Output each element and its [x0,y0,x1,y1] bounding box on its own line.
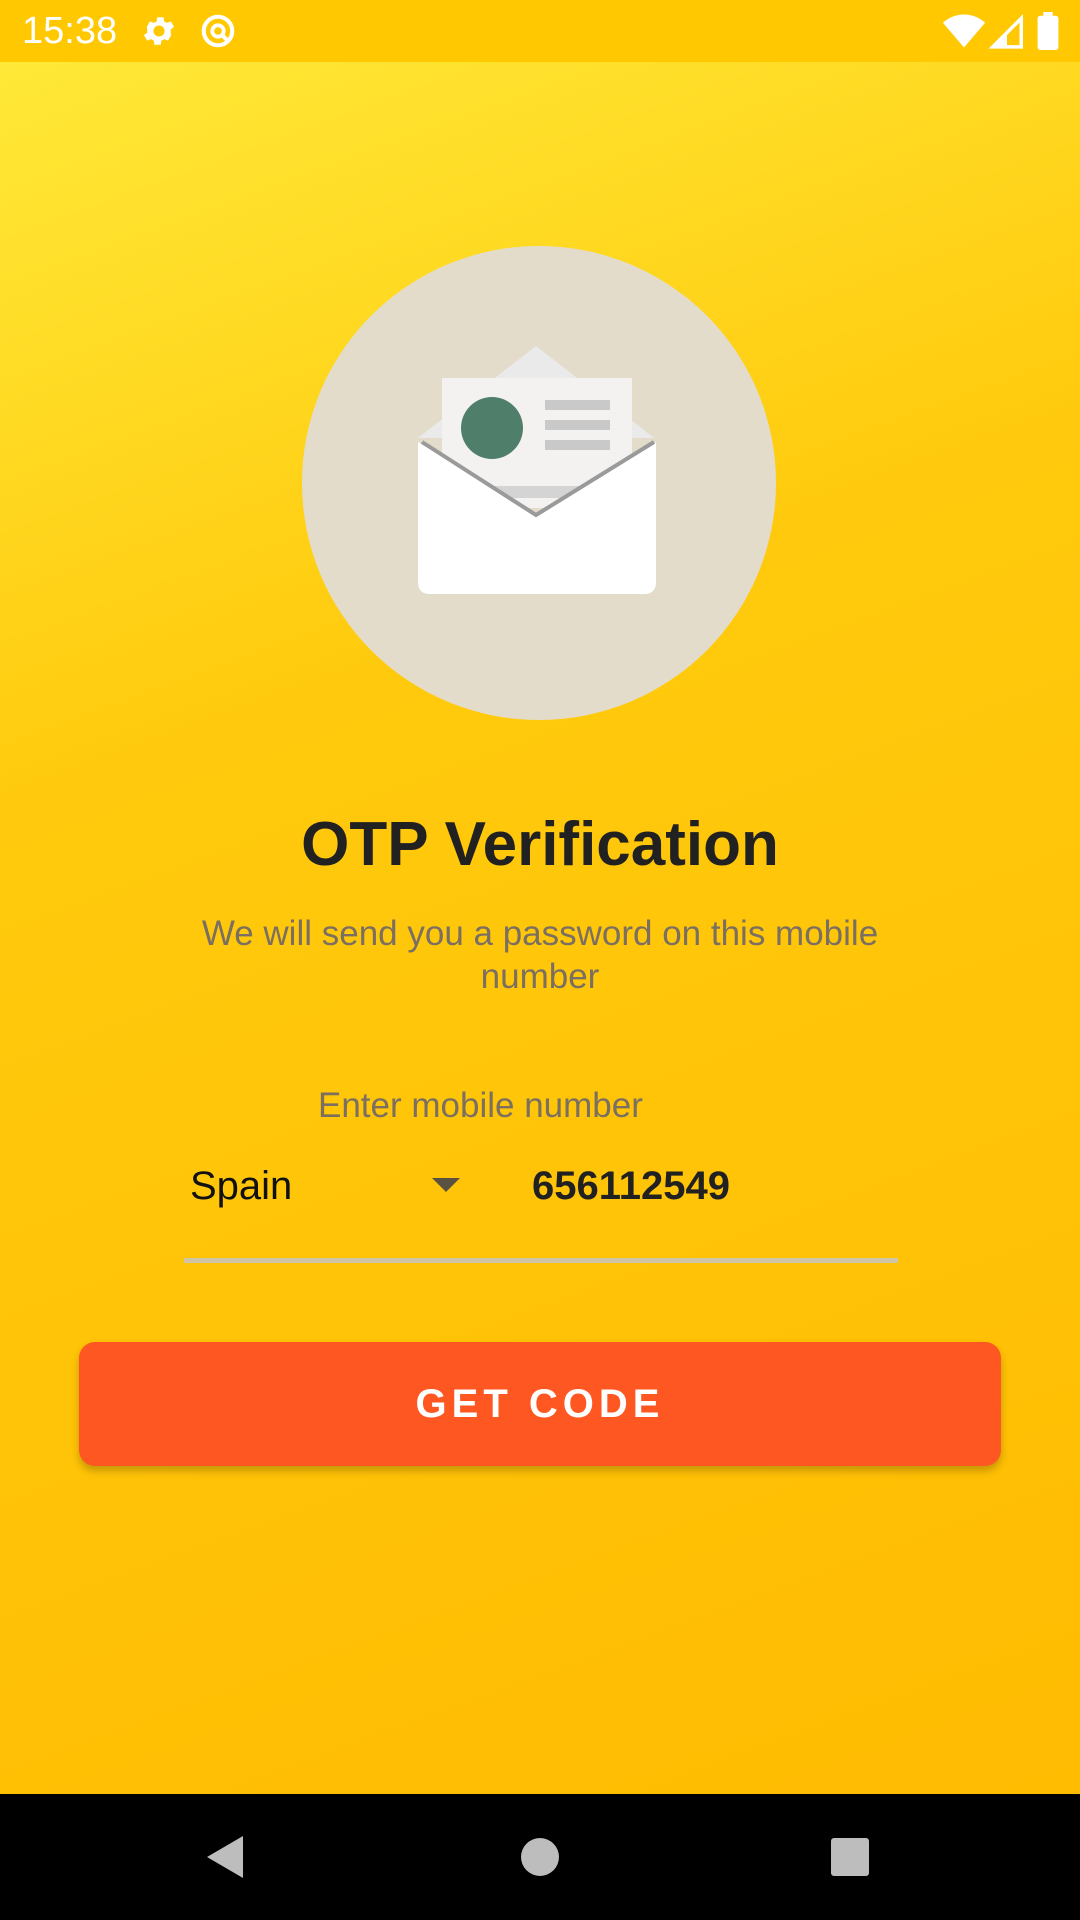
country-dropdown[interactable]: Spain [184,1150,474,1220]
data-saver-icon [199,12,237,50]
country-value: Spain [190,1164,293,1208]
mobile-number-input[interactable] [532,1158,892,1214]
wifi-icon [942,12,986,50]
envelope-illustration [302,246,776,720]
page-title: OTP Verification [301,810,779,879]
recents-icon[interactable] [815,1822,885,1892]
signal-icon [988,12,1026,50]
status-bar: 15:38 [0,0,1080,62]
system-nav-bar [0,1794,1080,1920]
page-subtitle: We will send you a password on this mobi… [201,914,879,996]
home-icon[interactable] [505,1822,575,1892]
get-code-button[interactable]: GET CODE [79,1342,1001,1466]
input-underline [184,1258,898,1263]
otp-screen: 15:38 OTP Verification We will send you … [0,0,1080,1920]
mobile-number-label: Enter mobile number [318,1086,643,1125]
status-time: 15:38 [22,10,118,52]
battery-icon [1036,12,1060,51]
back-icon[interactable] [191,1822,261,1892]
chevron-down-icon [432,1178,460,1192]
gear-icon [140,12,178,50]
open-envelope-icon [302,246,776,720]
